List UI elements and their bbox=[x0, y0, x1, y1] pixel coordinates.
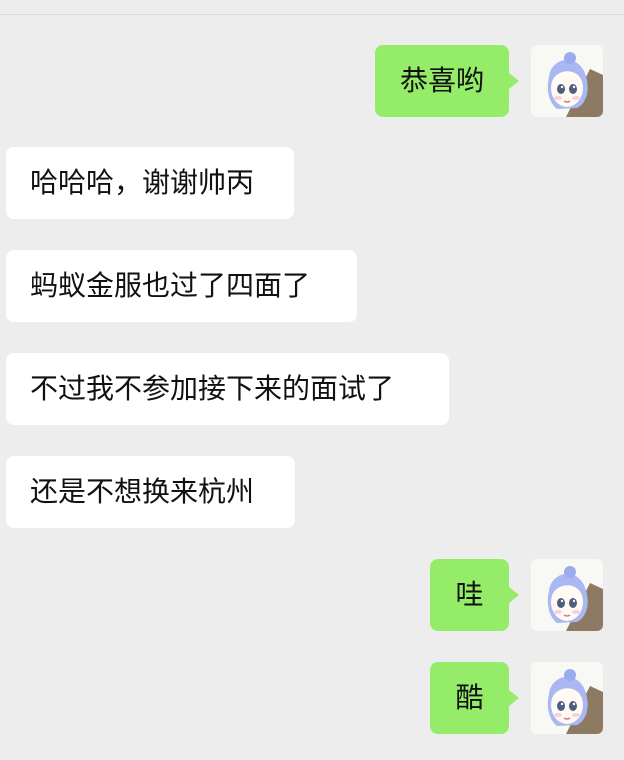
message-text: 恭喜哟 bbox=[399, 64, 484, 97]
incoming-message-bubble[interactable]: 哈哈哈，谢谢帅丙 bbox=[6, 147, 294, 219]
user-avatar[interactable] bbox=[531, 45, 603, 117]
message-text: 酷 bbox=[455, 681, 484, 714]
message-text: 哈哈哈，谢谢帅丙 bbox=[30, 166, 255, 199]
message-text: 蚂蚁金服也过了四面了 bbox=[30, 269, 311, 302]
incoming-message-bubble[interactable]: 蚂蚁金服也过了四面了 bbox=[6, 250, 357, 322]
user-avatar[interactable] bbox=[531, 662, 603, 734]
incoming-message-bubble[interactable]: 还是不想换来杭州 bbox=[6, 456, 295, 528]
anime-girl-avatar-icon bbox=[531, 559, 603, 631]
outgoing-message-bubble[interactable]: 恭喜哟 bbox=[375, 45, 519, 117]
message-text: 哇 bbox=[455, 578, 484, 611]
anime-girl-avatar-icon bbox=[531, 662, 603, 734]
message-text: 不过我不参加接下来的面试了 bbox=[30, 372, 395, 405]
top-divider bbox=[0, 14, 624, 15]
chat-screen: 恭喜哟 哈哈哈，谢谢帅丙 蚂蚁金服也过了四面了 不过我不参加接下来的面试了 还是… bbox=[0, 0, 624, 760]
outgoing-message-bubble[interactable]: 哇 bbox=[430, 559, 519, 631]
incoming-message-bubble[interactable]: 不过我不参加接下来的面试了 bbox=[6, 353, 449, 425]
message-text: 还是不想换来杭州 bbox=[30, 475, 255, 508]
anime-girl-avatar-icon bbox=[531, 45, 603, 117]
user-avatar[interactable] bbox=[531, 559, 603, 631]
outgoing-message-bubble[interactable]: 酷 bbox=[430, 662, 519, 734]
